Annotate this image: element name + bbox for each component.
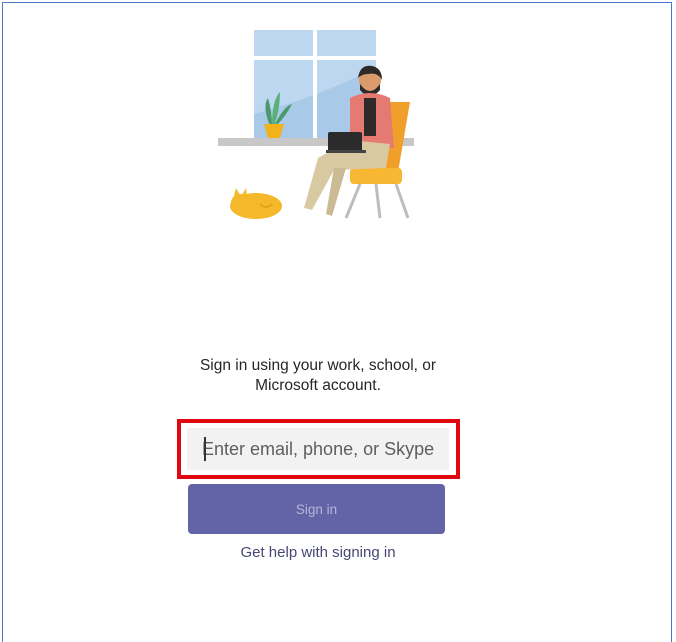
signin-instructions-line1: Sign in using your work, school, or: [199, 357, 437, 374]
email-field[interactable]: [187, 428, 449, 470]
signin-button[interactable]: Sign in: [188, 484, 445, 534]
person-laptop-illustration: [218, 30, 414, 222]
signin-instructions-line2: Microsoft account.: [255, 377, 381, 394]
sleeping-cat-icon: [230, 188, 282, 219]
text-caret: [204, 437, 206, 461]
signin-instructions: Sign in using your work, school, or Micr…: [160, 356, 476, 396]
signin-help-link[interactable]: Get help with signing in: [160, 544, 476, 561]
